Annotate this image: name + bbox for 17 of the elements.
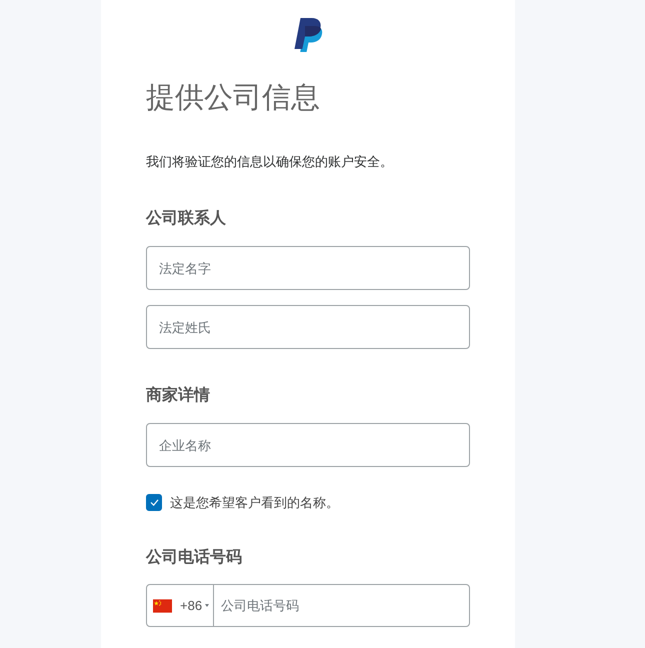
text-field[interactable]: 企业名称	[146, 423, 470, 467]
text-field[interactable]: 法定姓氏	[146, 305, 470, 349]
phone-number-input[interactable]: 公司电话号码	[214, 585, 469, 626]
intro-text: 我们将验证您的信息以确保您的账户安全。	[146, 153, 394, 171]
text-field[interactable]: 法定名字	[146, 246, 470, 290]
flag-icon	[153, 598, 172, 612]
page-title: 提供公司信息	[146, 81, 321, 116]
section-heading: 公司电话号码	[146, 548, 243, 568]
phone-field[interactable]: +86 公司电话号码	[146, 584, 470, 627]
checkmark-icon	[150, 499, 158, 506]
country-code-select[interactable]: +86	[147, 585, 214, 626]
checkbox[interactable]	[146, 494, 162, 511]
logo-icon	[294, 18, 324, 52]
section-heading: 商家详情	[146, 385, 211, 406]
section-heading: 公司联系人	[146, 208, 227, 229]
caret-icon	[205, 604, 210, 607]
checkbox-label: 这是您希望客户看到的名称。	[170, 494, 339, 511]
